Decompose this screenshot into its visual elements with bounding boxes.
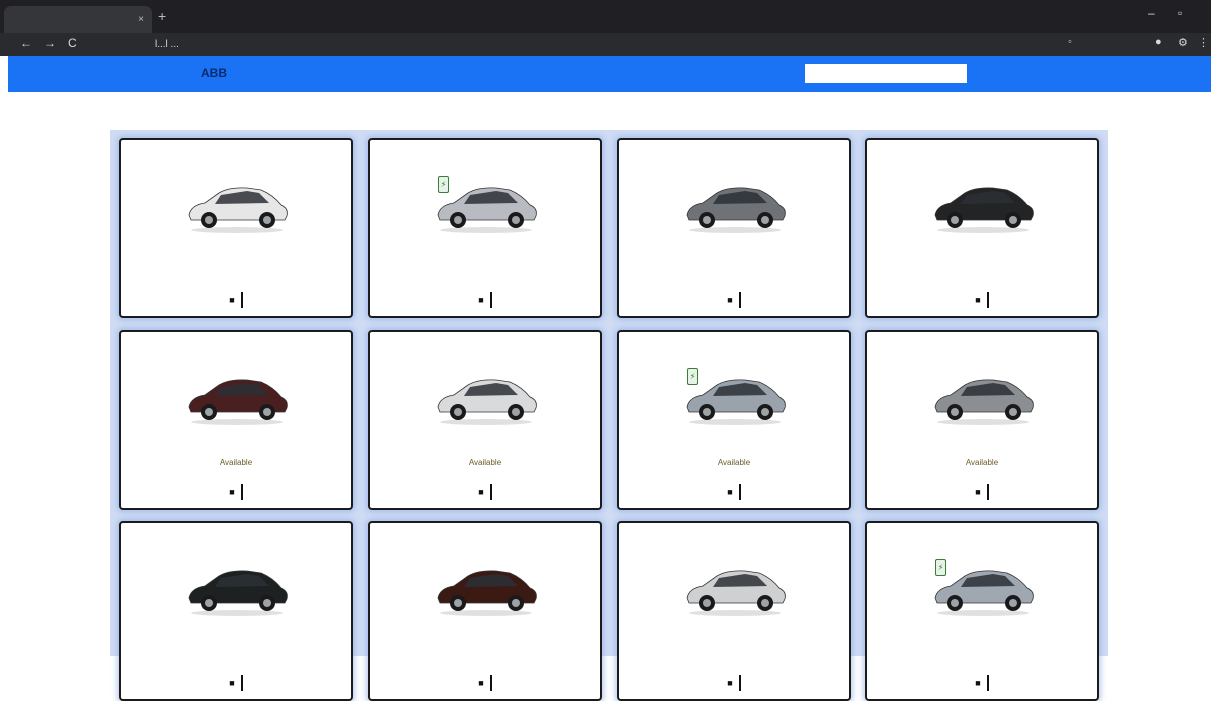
restore-icon[interactable]: ▫ — [1178, 6, 1182, 20]
card-actions: ■ — [867, 292, 1097, 308]
minimize-icon[interactable]: – — [1148, 6, 1155, 20]
card-actions: ■ — [121, 484, 351, 500]
car-card[interactable]: Available ■ — [865, 330, 1099, 510]
browser-toolbar: ← → C l...l ... ◦ ● ⚙ ⋮ — [0, 33, 1211, 56]
battery-icon: ⚡ — [935, 559, 946, 576]
car-image[interactable] — [679, 175, 791, 237]
trash-icon[interactable]: ■ — [975, 487, 980, 497]
reload-button[interactable]: C — [68, 36, 77, 50]
car-image[interactable] — [181, 175, 293, 237]
profile-icon[interactable]: ● — [1155, 36, 1162, 48]
trash-icon[interactable]: ■ — [229, 678, 234, 688]
car-status: Available — [965, 458, 999, 467]
card-actions: ■ — [370, 292, 600, 308]
forward-button[interactable]: → — [44, 36, 56, 50]
trash-icon[interactable]: ■ — [229, 295, 234, 305]
back-button[interactable]: ← — [20, 36, 32, 50]
card-actions: ■ — [370, 675, 600, 691]
car-card[interactable]: ⚡ ■ — [368, 138, 602, 318]
car-card[interactable]: ⚡ ■ — [865, 521, 1099, 701]
edit-handle[interactable] — [489, 484, 492, 500]
car-card[interactable]: ■ — [368, 521, 602, 701]
edit-handle[interactable] — [986, 484, 989, 500]
battery-icon: ⚡ — [438, 176, 449, 193]
car-card[interactable]: ■ — [617, 138, 851, 318]
extension-icon[interactable]: ◦ — [1068, 36, 1072, 48]
edit-handle[interactable] — [240, 675, 243, 691]
card-actions: ■ — [619, 675, 849, 691]
car-card[interactable]: ■ — [617, 521, 851, 701]
card-actions: ■ — [619, 292, 849, 308]
car-image[interactable] — [430, 558, 542, 620]
car-status: Available — [468, 458, 502, 467]
app-header: ABB — [8, 56, 1211, 92]
car-card[interactable]: Available ■ — [119, 330, 353, 510]
settings-icon[interactable]: ⚙ — [1178, 36, 1188, 49]
edit-handle[interactable] — [738, 484, 741, 500]
car-image[interactable] — [430, 367, 542, 429]
trash-icon[interactable]: ■ — [727, 678, 732, 688]
card-actions: ■ — [121, 292, 351, 308]
edit-handle[interactable] — [986, 292, 989, 308]
car-card[interactable]: ■ — [865, 138, 1099, 318]
browser-tab-bar: × + – ▫ — [0, 0, 1211, 33]
edit-handle[interactable] — [986, 675, 989, 691]
edit-handle[interactable] — [240, 292, 243, 308]
car-card[interactable]: ■ — [119, 138, 353, 318]
trash-icon[interactable]: ■ — [229, 487, 234, 497]
car-image[interactable] — [181, 558, 293, 620]
brand-logo[interactable]: ABB — [201, 66, 227, 80]
trash-icon[interactable]: ■ — [478, 487, 483, 497]
car-image[interactable] — [927, 367, 1039, 429]
battery-icon: ⚡ — [687, 368, 698, 385]
edit-handle[interactable] — [489, 675, 492, 691]
trash-icon[interactable]: ■ — [478, 295, 483, 305]
card-actions: ■ — [867, 484, 1097, 500]
car-card[interactable]: ⚡ Available ■ — [617, 330, 851, 510]
close-icon[interactable]: × — [138, 6, 144, 33]
trash-icon[interactable]: ■ — [727, 487, 732, 497]
car-card[interactable]: ■ — [119, 521, 353, 701]
edit-handle[interactable] — [489, 292, 492, 308]
address-bar[interactable]: l...l ... — [155, 36, 1055, 53]
card-actions: ■ — [867, 675, 1097, 691]
new-tab-button[interactable]: + — [158, 8, 166, 24]
car-image[interactable] — [927, 175, 1039, 237]
car-status: Available — [219, 458, 253, 467]
car-status: Available — [717, 458, 751, 467]
trash-icon[interactable]: ■ — [727, 295, 732, 305]
car-image[interactable] — [679, 558, 791, 620]
search-input[interactable] — [805, 64, 967, 83]
trash-icon[interactable]: ■ — [975, 295, 980, 305]
edit-handle[interactable] — [738, 292, 741, 308]
card-actions: ■ — [121, 675, 351, 691]
browser-tab[interactable]: × — [4, 6, 152, 33]
card-actions: ■ — [619, 484, 849, 500]
trash-icon[interactable]: ■ — [478, 678, 483, 688]
edit-handle[interactable] — [240, 484, 243, 500]
trash-icon[interactable]: ■ — [975, 678, 980, 688]
edit-handle[interactable] — [738, 675, 741, 691]
car-image[interactable] — [181, 367, 293, 429]
car-card[interactable]: Available ■ — [368, 330, 602, 510]
menu-icon[interactable]: ⋮ — [1198, 36, 1209, 49]
card-actions: ■ — [370, 484, 600, 500]
